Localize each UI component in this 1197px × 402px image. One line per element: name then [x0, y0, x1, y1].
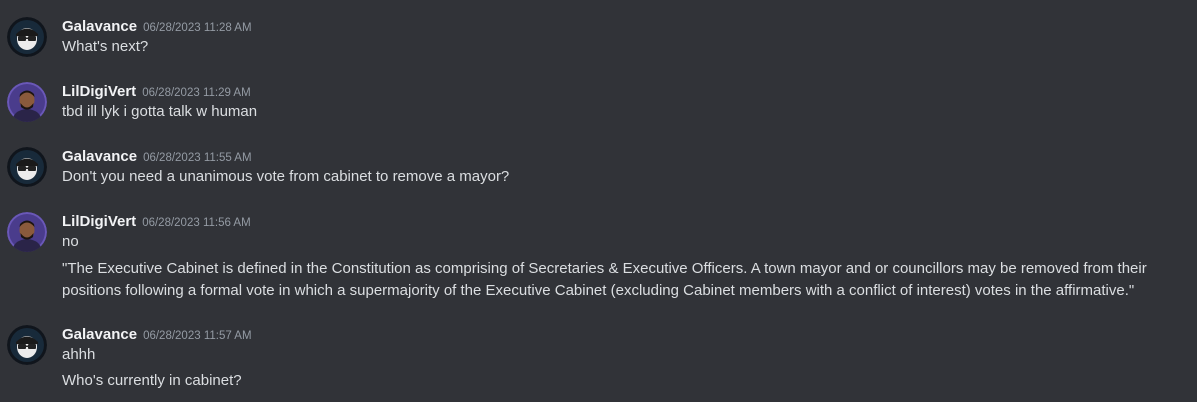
timestamp: 06/28/2023 11:55 AM: [143, 152, 252, 164]
timestamp: 06/28/2023 11:56 AM: [142, 217, 251, 229]
message-text: Don't you need a unanimous vote from cab…: [62, 168, 510, 185]
message-text: no: [62, 233, 79, 250]
username[interactable]: Galavance: [62, 148, 137, 165]
message-text: tbd ill lyk i gotta talk w human: [62, 103, 258, 120]
timestamp: 06/28/2023 11:29 AM: [142, 87, 251, 99]
lildigivert-avatar-icon[interactable]: [7, 82, 47, 122]
timestamp: 06/28/2023 11:28 AM: [143, 22, 252, 34]
username[interactable]: LilDigiVert: [62, 213, 136, 230]
username[interactable]: Galavance: [62, 18, 137, 35]
galavance-avatar-icon[interactable]: [7, 147, 47, 187]
message-list: Galavance 06/28/2023 11:28 AM What's next…: [0, 0, 1197, 402]
message-text-quote: "The Executive Cabinet is defined in the…: [62, 260, 1147, 299]
message-text: Who's currently in cabinet?: [62, 372, 242, 389]
lildigivert-avatar-icon[interactable]: [7, 212, 47, 252]
timestamp: 06/28/2023 11:57 AM: [143, 330, 252, 342]
galavance-avatar-icon[interactable]: [7, 325, 47, 365]
username[interactable]: LilDigiVert: [62, 83, 136, 100]
galavance-avatar-icon[interactable]: [7, 17, 47, 57]
username[interactable]: Galavance: [62, 326, 137, 343]
message-text: ahhh: [62, 346, 96, 363]
message-text: What's next?: [62, 38, 149, 55]
